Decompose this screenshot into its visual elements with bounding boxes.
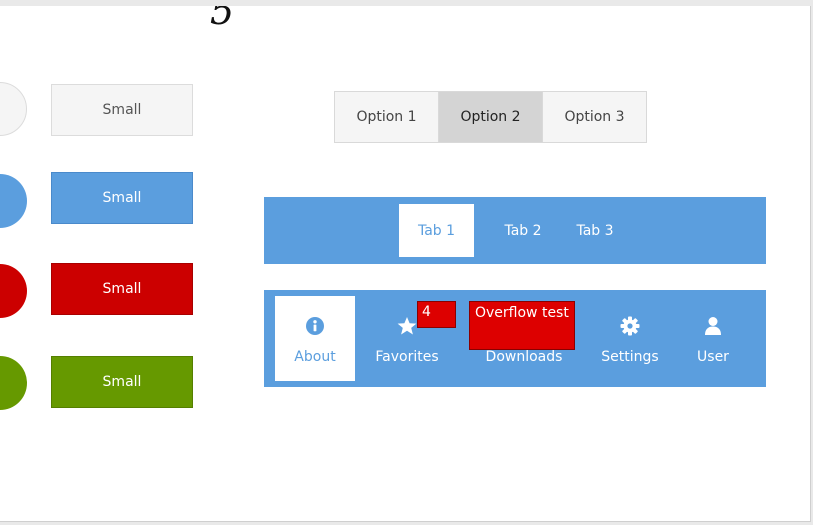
partial-number: 5	[210, 6, 235, 33]
nav-item-settings[interactable]: Settings	[590, 296, 670, 381]
circle-button-success[interactable]	[0, 356, 27, 410]
segment-option-3[interactable]: Option 3	[542, 92, 646, 142]
nav-label-settings: Settings	[601, 349, 659, 365]
downloads-overflow-badge: Overflow test	[469, 301, 575, 350]
user-icon	[682, 314, 744, 338]
nav-label-downloads: Downloads	[485, 349, 563, 365]
tab-1[interactable]: Tab 1	[399, 204, 474, 257]
favorites-count-badge: 4	[417, 301, 456, 328]
nav-item-about[interactable]: About	[275, 296, 355, 381]
tab-3[interactable]: Tab 3	[562, 204, 628, 257]
tab-2[interactable]: Tab 2	[490, 204, 556, 257]
circle-button-primary[interactable]	[0, 174, 27, 228]
small-button-primary[interactable]: Small	[51, 172, 193, 224]
small-button-success[interactable]: Small	[51, 356, 193, 408]
circle-button-default[interactable]	[0, 82, 27, 136]
small-button-danger[interactable]: Small	[51, 263, 193, 315]
info-circle-icon	[275, 314, 355, 338]
nav-item-user[interactable]: User	[682, 296, 744, 381]
gear-icon	[590, 314, 670, 338]
circle-button-danger[interactable]	[0, 264, 27, 318]
demo-canvas: 5 Small Small Small Small Option 1 Optio…	[0, 6, 811, 522]
nav-label-about: About	[294, 349, 336, 365]
segment-option-1[interactable]: Option 1	[335, 92, 438, 142]
segmented-control: Option 1 Option 2 Option 3	[334, 91, 647, 143]
tab-bar: Tab 1 Tab 2 Tab 3	[264, 197, 766, 264]
nav-label-user: User	[697, 349, 729, 365]
nav-label-favorites: Favorites	[375, 349, 439, 365]
segment-option-2[interactable]: Option 2	[438, 92, 542, 142]
small-button-default[interactable]: Small	[51, 84, 193, 136]
